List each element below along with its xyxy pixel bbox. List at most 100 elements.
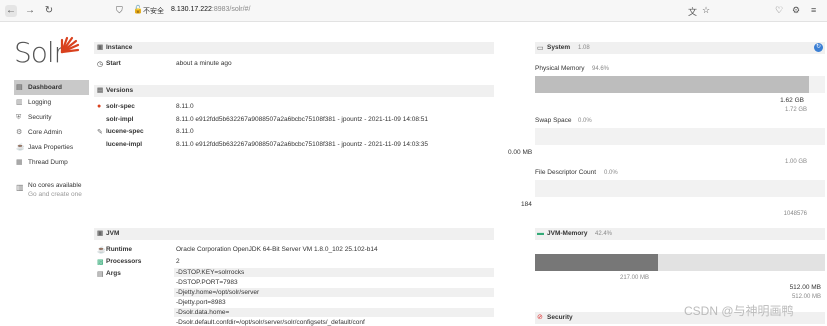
physical-memory-used: 1.62 GB bbox=[780, 97, 804, 104]
lucene-icon: ✎ bbox=[97, 129, 103, 136]
processors-label: Processors bbox=[106, 258, 142, 265]
system-title: System bbox=[547, 44, 571, 51]
swap-space-total: 1.00 GB bbox=[784, 159, 807, 165]
security-icon: ⛨ bbox=[16, 114, 22, 121]
swap-space-label: Swap Space bbox=[535, 117, 572, 124]
dashboard-icon: ▤ bbox=[16, 84, 23, 91]
core-admin-icon: ⚙ bbox=[16, 129, 23, 136]
sidebar-item-dashboard[interactable]: ▤ Dashboard bbox=[14, 80, 89, 95]
processor-icon: ▩ bbox=[97, 259, 104, 266]
sidebar-item-core-admin[interactable]: ⚙ Core Admin bbox=[14, 125, 89, 140]
back-icon[interactable]: ← bbox=[5, 5, 17, 17]
sidebar-item-label: Logging bbox=[28, 99, 52, 106]
version-value: 8.11.0 e912fdd5b632267a9088507a2a6bcbc75… bbox=[176, 116, 429, 123]
shield-icon[interactable]: ⛉ bbox=[116, 5, 123, 16]
pocket-icon[interactable]: ♡ bbox=[775, 5, 783, 16]
jvm-memory-title: JVM-Memory bbox=[547, 230, 588, 237]
sidebar-item-label: Dashboard bbox=[28, 84, 62, 91]
runtime-label: Runtime bbox=[106, 246, 132, 253]
runtime-value: Oracle Corporation OpenJDK 64-Bit Server… bbox=[176, 246, 378, 253]
panel-title: Versions bbox=[106, 87, 134, 94]
extension-icon[interactable]: ⚙ bbox=[792, 5, 800, 16]
system-header: ▭ System 1.08 ↻ bbox=[535, 42, 825, 54]
instance-panel: ▣ Instance bbox=[94, 42, 494, 54]
jvm-header: ▣ JVM bbox=[94, 228, 494, 240]
physical-memory-percent: 94.6% bbox=[592, 66, 610, 72]
sidebar-item-java-properties[interactable]: ☕ Java Properties bbox=[14, 140, 89, 155]
arg-line: -Djetty.home=/opt/solr/server bbox=[174, 288, 494, 297]
sidebar-item-security[interactable]: ⛨ Security bbox=[14, 110, 89, 125]
server-icon: ▥ bbox=[16, 183, 24, 192]
menu-icon[interactable]: ≡ bbox=[811, 5, 816, 15]
sidebar-item-logging[interactable]: ▥ Logging bbox=[14, 95, 89, 110]
logo-text: Solr bbox=[14, 36, 65, 69]
instance-icon: ▣ bbox=[97, 44, 104, 51]
cores-notice[interactable]: ▥ No cores available Go and create one bbox=[14, 182, 94, 198]
start-label: Start bbox=[106, 60, 121, 67]
solr-sun-icon bbox=[60, 36, 80, 54]
version-value: 8.11.0 e912fdd5b632267a9088507a2a6bcbc75… bbox=[176, 141, 429, 148]
swap-space-bar bbox=[535, 128, 825, 145]
versions-icon: ▤ bbox=[97, 87, 104, 94]
thread-dump-icon: ▦ bbox=[16, 159, 23, 166]
version-label: lucene-impl bbox=[106, 141, 143, 148]
version-value: 8.11.0 bbox=[176, 128, 194, 135]
bookmark-star-icon[interactable]: ☆ bbox=[702, 5, 710, 16]
jvm-memory-bar bbox=[535, 254, 825, 271]
reload-icon[interactable]: ↻ bbox=[43, 5, 55, 17]
version-row: solr-impl 8.11.0 e912fdd5b632267a9088507… bbox=[94, 116, 494, 125]
runtime-icon: ☕ bbox=[97, 247, 106, 254]
sidebar-item-thread-dump[interactable]: ▦ Thread Dump bbox=[14, 155, 89, 170]
args-label: Args bbox=[106, 270, 121, 277]
system-icon: ▭ bbox=[537, 45, 544, 52]
jvm-memory-max: 512.00 MB bbox=[789, 284, 821, 291]
security-title: Security bbox=[547, 314, 573, 321]
browser-toolbar: ← → ↻ ⛉ 🔓 不安全 8.130.17.222:8983/solr/#/ … bbox=[0, 0, 827, 22]
url-text[interactable]: 8.130.17.222:8983/solr/#/ bbox=[171, 6, 250, 13]
swap-space-percent: 0.0% bbox=[578, 118, 592, 124]
sidebar-nav: ▤ Dashboard ▥ Logging ⛨ Security ⚙ Core Admi… bbox=[14, 80, 89, 170]
jvm-panel: ▣ JVM bbox=[94, 228, 494, 240]
start-value: about a minute ago bbox=[176, 60, 232, 67]
insecure-lock-icon[interactable]: 🔓 bbox=[133, 5, 143, 14]
forward-icon[interactable]: → bbox=[24, 5, 36, 17]
java-properties-icon: ☕ bbox=[16, 144, 25, 151]
processors-value: 2 bbox=[176, 258, 180, 265]
arg-line: -Dsolr.default.confdir=/opt/solr/server/… bbox=[176, 319, 365, 326]
file-descriptor-bar bbox=[535, 180, 825, 197]
panel-title: Instance bbox=[106, 44, 133, 51]
panel-title: JVM bbox=[106, 230, 120, 237]
translate-icon[interactable]: 文 bbox=[688, 5, 697, 18]
security-label[interactable]: 不安全 bbox=[143, 6, 164, 16]
security-panel-icon: ⊘ bbox=[537, 314, 543, 321]
solr-logo[interactable]: Solr bbox=[14, 36, 80, 69]
refresh-icon[interactable]: ↻ bbox=[814, 43, 823, 52]
version-row: lucene-impl 8.11.0 e912fdd5b632267a90885… bbox=[94, 141, 494, 150]
arg-line: -DSTOP.KEY=solrrocks bbox=[174, 268, 494, 277]
file-descriptor-percent: 0.0% bbox=[604, 170, 618, 176]
file-descriptor-total: 1048576 bbox=[783, 211, 807, 217]
physical-memory-bar bbox=[535, 76, 825, 93]
no-cores-text: No cores available bbox=[28, 182, 82, 189]
solr-icon: ● bbox=[97, 103, 102, 110]
jvm-memory-used: 217.00 MB bbox=[620, 275, 650, 281]
jvm-memory-icon: ▬ bbox=[537, 230, 544, 237]
physical-memory-fill bbox=[535, 76, 810, 93]
physical-memory-total: 1.72 GB bbox=[784, 107, 807, 113]
sidebar-item-label: Java Properties bbox=[28, 144, 74, 151]
version-value: 8.11.0 bbox=[176, 103, 194, 110]
args-icon: ▤ bbox=[97, 271, 104, 278]
swap-space-used: 0.00 MB bbox=[508, 149, 533, 156]
sidebar-item-label: Core Admin bbox=[28, 129, 62, 136]
version-label: solr-spec bbox=[106, 103, 135, 110]
arg-line: -Djetty.port=8983 bbox=[176, 299, 226, 306]
jvm-icon: ▣ bbox=[97, 230, 104, 237]
version-row: ● solr-spec 8.11.0 bbox=[94, 103, 494, 112]
create-core-link[interactable]: Go and create one bbox=[14, 191, 94, 198]
jvm-memory-header: ▬ JVM-Memory 42.4% bbox=[535, 228, 825, 240]
version-label: lucene-spec bbox=[106, 128, 144, 135]
file-descriptor-used: 184 bbox=[521, 201, 532, 208]
system-load: 1.08 bbox=[578, 45, 590, 51]
logging-icon: ▥ bbox=[16, 99, 23, 106]
versions-header: ▤ Versions bbox=[94, 85, 494, 97]
